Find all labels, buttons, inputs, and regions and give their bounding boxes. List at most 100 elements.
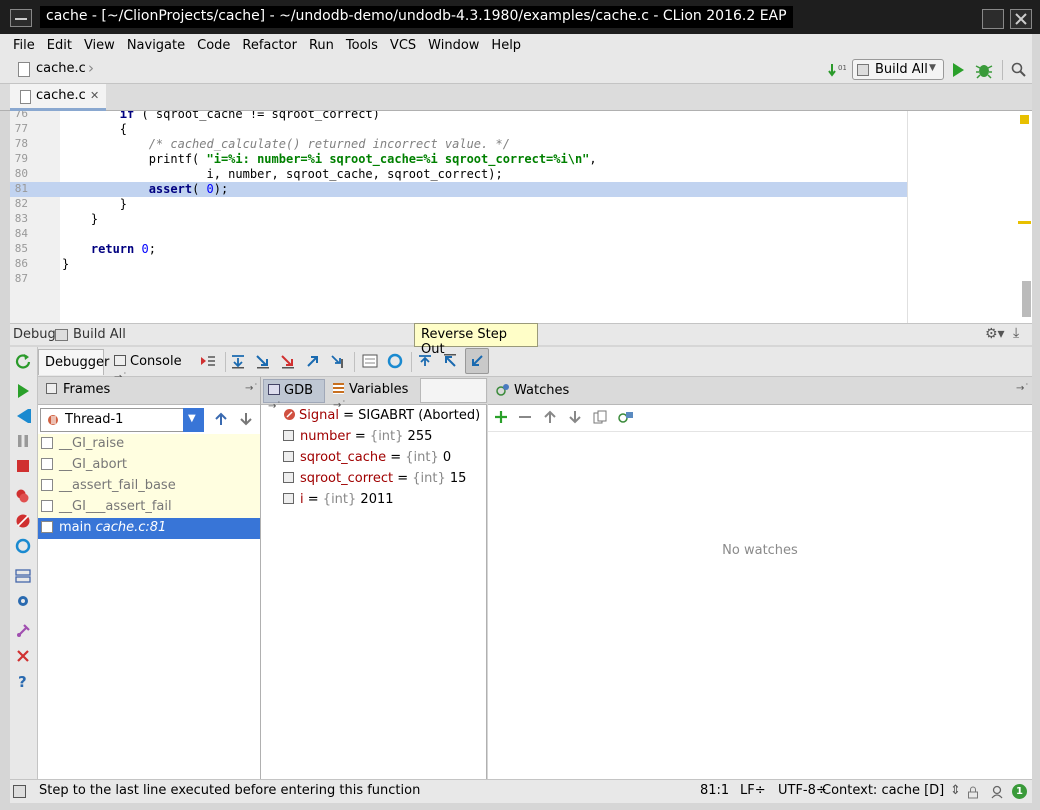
menu-tools[interactable]: Tools bbox=[346, 38, 378, 53]
frame-item[interactable]: __GI_abort bbox=[38, 455, 260, 476]
refresh-icon[interactable] bbox=[15, 538, 31, 554]
variable-type: {int} bbox=[412, 471, 446, 486]
frame-item[interactable]: __assert_fail_base bbox=[38, 476, 260, 497]
copy-icon[interactable] bbox=[593, 410, 607, 424]
event-log-badge[interactable]: 1 bbox=[1012, 784, 1027, 799]
code-editor[interactable]: 76 if ( sqroot_cache != sqroot_correct) … bbox=[10, 111, 1032, 323]
close-icon[interactable] bbox=[15, 648, 31, 664]
context-switch-icon[interactable]: ⇕ bbox=[950, 783, 961, 798]
window-menu-icon[interactable] bbox=[10, 9, 32, 27]
debug-icon[interactable] bbox=[974, 60, 994, 80]
variable-row[interactable]: sqroot_cache = {int} 0 bbox=[283, 448, 451, 469]
resolve-context[interactable]: Context: cache [D] bbox=[822, 783, 944, 798]
variable-row[interactable]: sqroot_correct = {int} 15 bbox=[283, 469, 466, 490]
frame-item-selected[interactable]: main cache.c:81 bbox=[38, 518, 260, 539]
window-frame bbox=[0, 803, 1040, 810]
gdb-icon bbox=[268, 384, 280, 395]
tab-gdb-label: GDB bbox=[284, 383, 314, 398]
build-icon[interactable]: 01 bbox=[828, 62, 846, 78]
stop-icon[interactable] bbox=[15, 458, 31, 474]
variable-eq: = bbox=[386, 450, 406, 465]
breadcrumb-chevron-icon: › bbox=[88, 59, 94, 77]
caret-position[interactable]: 81:1 bbox=[700, 783, 729, 798]
resume-icon[interactable] bbox=[15, 383, 31, 399]
tab-cache-c[interactable]: cache.c ✕ bbox=[10, 84, 106, 111]
editor-scrollbar[interactable] bbox=[1022, 281, 1031, 317]
variable-row[interactable]: i = {int} 2011 bbox=[283, 490, 394, 511]
frame-item[interactable]: __GI___assert_fail bbox=[38, 497, 260, 518]
breadcrumb[interactable]: cache.c bbox=[36, 61, 86, 76]
pin-pane-icon[interactable]: →˙ bbox=[245, 383, 258, 394]
step-over-icon[interactable] bbox=[230, 353, 246, 369]
menu-run[interactable]: Run bbox=[309, 38, 334, 53]
window-title: cache - [~/ClionProjects/cache] - ~/undo… bbox=[40, 6, 793, 28]
add-watch-icon[interactable] bbox=[494, 410, 508, 424]
step-out-icon[interactable] bbox=[305, 353, 321, 369]
tab-debugger[interactable]: Debugger bbox=[38, 349, 109, 375]
build-config-icon bbox=[55, 329, 68, 341]
maximize-icon[interactable] bbox=[982, 9, 1004, 29]
reverse-resume-icon[interactable] bbox=[15, 408, 31, 424]
mute-breakpoints-icon[interactable] bbox=[15, 513, 31, 529]
menu-file[interactable]: File bbox=[13, 38, 35, 53]
menu-edit[interactable]: Edit bbox=[47, 38, 72, 53]
warning-marker-icon[interactable] bbox=[1020, 115, 1029, 124]
move-up-icon[interactable] bbox=[543, 410, 557, 424]
tool-windows-icon[interactable] bbox=[13, 785, 26, 798]
thread-select[interactable]: Thread-1 ▼ bbox=[40, 408, 204, 432]
help-icon[interactable]: ? bbox=[15, 673, 31, 689]
lock-icon[interactable] bbox=[967, 786, 979, 799]
pause-icon[interactable] bbox=[15, 433, 31, 449]
file-encoding[interactable]: UTF-8÷ bbox=[778, 783, 827, 798]
menu-navigate[interactable]: Navigate bbox=[127, 38, 185, 53]
settings-icon[interactable] bbox=[15, 593, 31, 609]
reverse-step-out-button[interactable] bbox=[465, 348, 489, 374]
menu-window[interactable]: Window bbox=[428, 38, 479, 53]
hide-panel-icon[interactable]: ⤓ bbox=[1013, 325, 1019, 341]
layout-icon[interactable] bbox=[15, 568, 31, 584]
menu-refactor[interactable]: Refactor bbox=[242, 38, 297, 53]
search-icon[interactable] bbox=[1011, 62, 1027, 78]
rerun-icon[interactable] bbox=[15, 353, 31, 369]
tab-console[interactable]: Console →˙ bbox=[108, 349, 198, 383]
run-icon[interactable] bbox=[951, 62, 965, 78]
settings-gear-icon[interactable]: ⚙▾ bbox=[985, 326, 1005, 342]
run-to-cursor-icon[interactable] bbox=[330, 353, 346, 369]
thread-dropdown-button[interactable]: ▼ bbox=[183, 408, 204, 432]
signal-value: = SIGABRT (Aborted) bbox=[343, 408, 481, 423]
move-down-icon[interactable] bbox=[568, 410, 582, 424]
menu-code[interactable]: Code bbox=[197, 38, 230, 53]
menu-help[interactable]: Help bbox=[491, 38, 521, 53]
step-into-icon[interactable] bbox=[255, 353, 271, 369]
divider bbox=[488, 431, 1032, 432]
view-breakpoints-icon[interactable] bbox=[15, 488, 31, 504]
pin-icon[interactable] bbox=[15, 623, 31, 639]
run-config-select[interactable]: Build All ▼ bbox=[852, 59, 944, 80]
code-line: 78 /* cached_calculate() returned incorr… bbox=[14, 137, 510, 151]
close-window-icon[interactable] bbox=[1010, 9, 1032, 29]
signal-row[interactable]: Signal = SIGABRT (Aborted) bbox=[283, 406, 480, 427]
show-execution-point-icon[interactable] bbox=[200, 353, 216, 369]
tab-variables[interactable]: Variables →˙ bbox=[331, 379, 419, 411]
force-step-into-icon[interactable] bbox=[280, 353, 296, 369]
line-separator[interactable]: LF÷ bbox=[740, 783, 766, 798]
menu-view[interactable]: View bbox=[84, 38, 115, 53]
tab-gdb[interactable]: GDB →˙ bbox=[263, 379, 325, 412]
watch-settings-icon[interactable] bbox=[618, 410, 634, 424]
frame-down-icon[interactable] bbox=[239, 412, 253, 426]
variables-filter-area[interactable] bbox=[420, 378, 487, 403]
frames-pane: Frames →˙ Thread-1 ▼ __GI_raise __GI_abo… bbox=[38, 377, 261, 779]
debug-session-tab[interactable]: Build All bbox=[73, 327, 126, 342]
remove-watch-icon[interactable] bbox=[518, 410, 532, 424]
pin-pane-icon[interactable]: →˙ bbox=[1016, 383, 1029, 394]
frame-item[interactable]: __GI_raise bbox=[38, 434, 260, 455]
error-stripe-mark[interactable] bbox=[1018, 221, 1031, 224]
chevron-down-icon: ▼ bbox=[188, 413, 196, 424]
reverse-debug-toggle-icon[interactable] bbox=[387, 353, 403, 369]
evaluate-expression-icon[interactable] bbox=[362, 353, 378, 369]
menu-vcs[interactable]: VCS bbox=[390, 38, 416, 53]
close-tab-icon[interactable]: ✕ bbox=[90, 89, 99, 102]
hector-icon[interactable] bbox=[990, 785, 1004, 799]
variable-row[interactable]: number = {int} 255 bbox=[283, 427, 432, 448]
frame-up-icon[interactable] bbox=[214, 412, 228, 426]
